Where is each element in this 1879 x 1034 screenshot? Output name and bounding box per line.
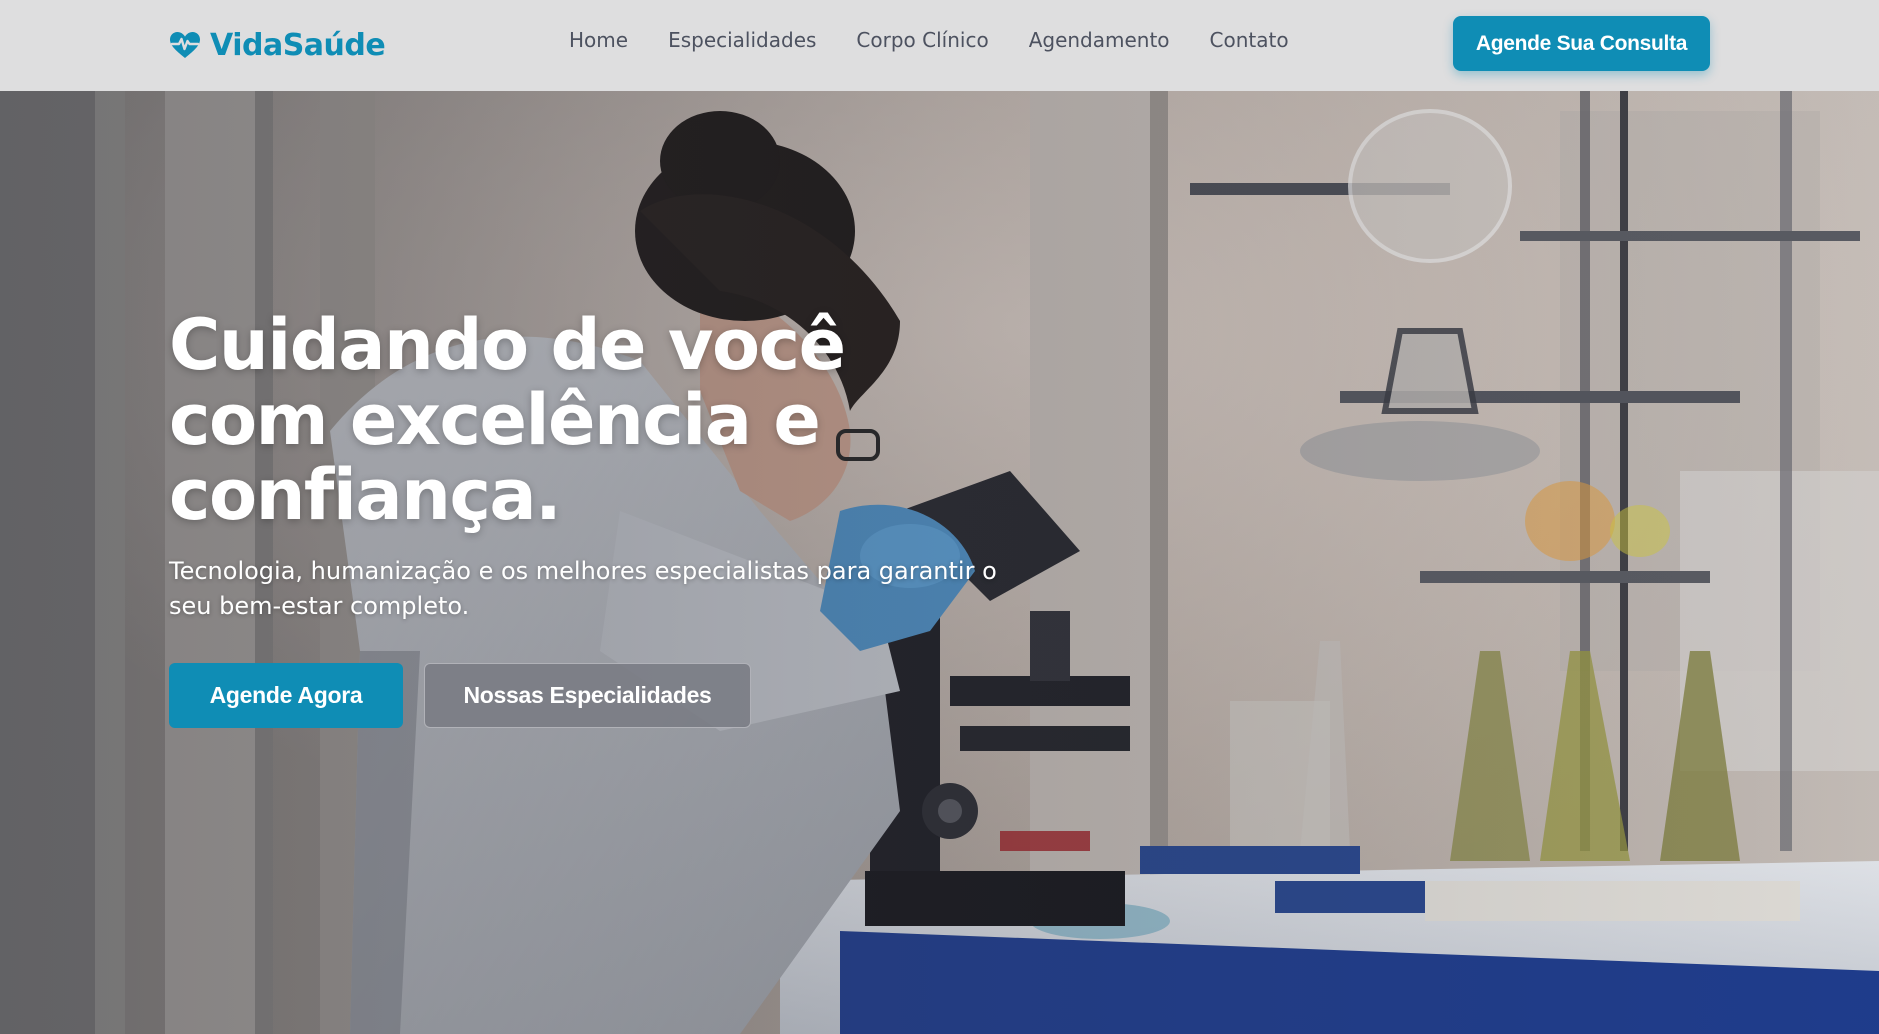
schedule-now-button[interactable]: Agende Agora [169, 663, 403, 728]
specialties-button[interactable]: Nossas Especialidades [424, 663, 751, 728]
top-navbar: VidaSaúde Home Especialidades Corpo Clín… [0, 0, 1879, 91]
nav-link-contato[interactable]: Contato [1210, 28, 1289, 52]
heart-pulse-icon [170, 32, 200, 58]
hero-buttons: Agende Agora Nossas Especialidades [169, 663, 751, 728]
hero-section: Cuidando de você com excelência e confia… [0, 91, 1879, 1034]
hero-subtitle: Tecnologia, humanização e os melhores es… [169, 557, 997, 620]
hero-content: Cuidando de você com excelência e confia… [169, 308, 1029, 624]
nav-link-corpo-clinico[interactable]: Corpo Clínico [856, 28, 988, 52]
landing-page: VidaSaúde Home Especialidades Corpo Clín… [0, 0, 1879, 1034]
nav-link-agendamento[interactable]: Agendamento [1029, 28, 1170, 52]
nav-menu: Home Especialidades Corpo Clínico Agenda… [569, 28, 1289, 52]
schedule-consultation-button[interactable]: Agende Sua Consulta [1453, 16, 1710, 71]
brand-logo[interactable]: VidaSaúde [169, 25, 386, 65]
nav-link-especialidades[interactable]: Especialidades [668, 28, 816, 52]
hero-title: Cuidando de você com excelência e confia… [169, 304, 846, 536]
nav-link-home[interactable]: Home [569, 28, 628, 52]
brand-name: VidaSaúde [210, 27, 386, 63]
